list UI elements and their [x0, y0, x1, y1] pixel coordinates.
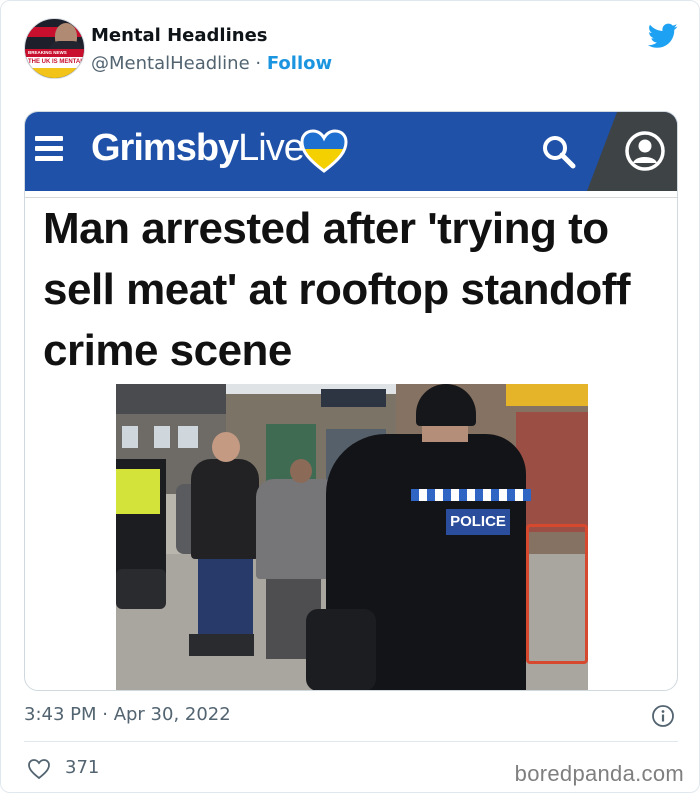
tweet-timestamp[interactable]: 3:43 PM · Apr 30, 2022 [24, 704, 231, 725]
avatar-caption-top: BREAKING NEWS [28, 50, 67, 55]
footer-divider [24, 741, 678, 742]
tweet-card: BREAKING NEWS THE UK IS MENTAL Mental He… [0, 0, 700, 793]
avatar-caption-main: THE UK IS MENTAL [28, 59, 84, 65]
heart-icon[interactable] [27, 757, 51, 781]
author-handle[interactable]: @MentalHeadline [91, 53, 250, 74]
like-count[interactable]: 371 [65, 757, 99, 778]
police-label: POLICE [446, 509, 510, 535]
menu-icon [35, 136, 67, 164]
info-icon[interactable] [651, 704, 675, 728]
article-photo: POLICE [116, 384, 588, 690]
author-handle-line: @MentalHeadline · Follow [91, 53, 332, 74]
follow-button[interactable]: Follow [267, 53, 332, 74]
avatar[interactable]: BREAKING NEWS THE UK IS MENTAL [24, 18, 85, 79]
author-display-name[interactable]: Mental Headlines [91, 25, 268, 46]
watermark: boredpanda.com [514, 761, 684, 786]
article-headline: Man arrested after 'trying to sell meat'… [43, 204, 631, 375]
separator-dot: · [255, 53, 262, 74]
account-icon [625, 131, 665, 171]
ukraine-heart-icon [300, 129, 348, 173]
site-logo: GrimsbyLive [91, 127, 305, 169]
tweet-header: BREAKING NEWS THE UK IS MENTAL Mental He… [24, 17, 684, 81]
twitter-bird-icon[interactable] [648, 23, 678, 49]
search-icon [543, 136, 576, 169]
article-image[interactable]: GrimsbyLive Man arrested after 'trying t… [24, 111, 678, 691]
site-header-bar: GrimsbyLive [25, 112, 677, 191]
